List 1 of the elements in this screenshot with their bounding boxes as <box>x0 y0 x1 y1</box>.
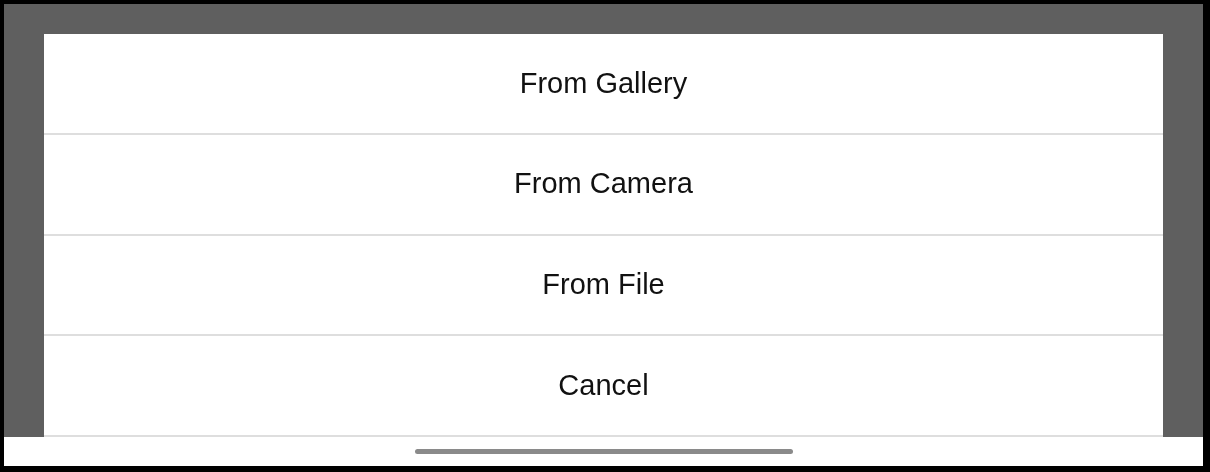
home-indicator[interactable] <box>414 449 793 454</box>
